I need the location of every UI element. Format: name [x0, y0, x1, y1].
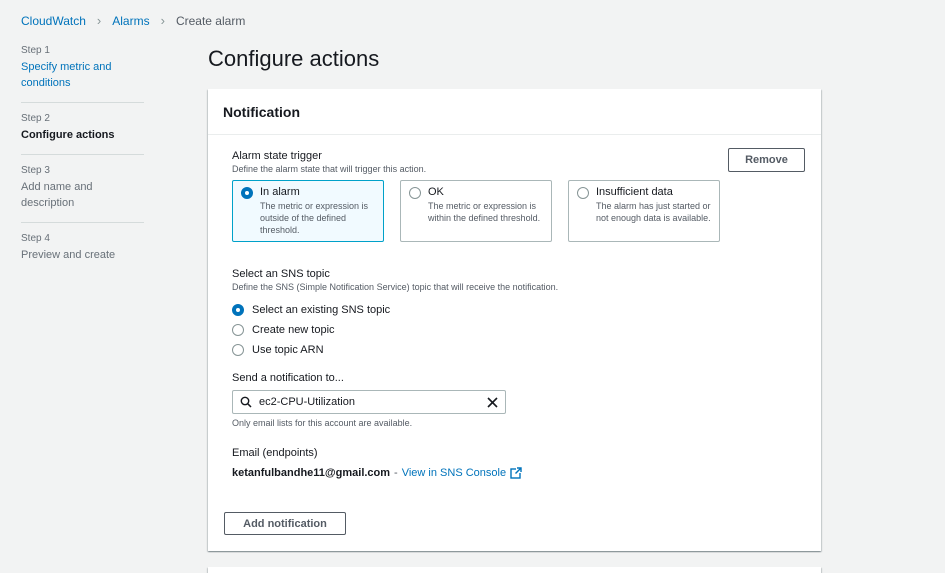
step-number: Step 3	[21, 165, 50, 176]
email-separator: -	[394, 467, 398, 479]
alarm-state-trigger-section: Alarm state trigger Define the alarm sta…	[232, 150, 426, 174]
step-2: Step 2 Configure actions	[21, 113, 144, 155]
tile-title: Insufficient data	[596, 186, 673, 198]
sns-label: Select an SNS topic	[232, 268, 330, 280]
radio-ok[interactable]	[409, 187, 421, 199]
option-label: Select an existing SNS topic	[252, 304, 391, 316]
view-in-sns-console-link[interactable]: View in SNS Console	[402, 467, 506, 479]
notification-panel: Notification Alarm state trigger Define …	[208, 89, 821, 551]
send-label: Send a notification to...	[232, 372, 344, 384]
topic-search-input[interactable]: ec2-CPU-Utilization	[232, 390, 506, 414]
breadcrumb-cloudwatch-link[interactable]: CloudWatch	[21, 14, 86, 28]
step-number: Step 4	[21, 233, 50, 244]
sns-topic-section: Select an SNS topic Define the SNS (Simp…	[232, 268, 558, 292]
sns-description: Define the SNS (Simple Notification Serv…	[232, 282, 559, 292]
radio-in-alarm[interactable]	[241, 187, 253, 199]
email-endpoint-row: ketanfulbandhe11@gmail.com - View in SNS…	[232, 467, 523, 479]
state-tiles: In alarm The metric or expression is out…	[232, 180, 720, 242]
remove-button[interactable]: Remove	[728, 148, 805, 172]
search-hint: Only email lists for this account are av…	[232, 418, 413, 428]
panel-header: Notification	[208, 89, 821, 135]
tile-insufficient-data[interactable]: Insufficient data The alarm has just sta…	[568, 180, 720, 242]
send-notification-section: Send a notification to...	[232, 372, 344, 384]
breadcrumb-alarms-link[interactable]: Alarms	[112, 14, 149, 28]
radio-existing-topic[interactable]	[232, 304, 244, 316]
sns-option-existing[interactable]: Select an existing SNS topic	[232, 300, 390, 320]
breadcrumb: CloudWatch › Alarms › Create alarm	[21, 13, 245, 28]
step-4-title: Preview and create	[21, 249, 116, 261]
search-value[interactable]: ec2-CPU-Utilization	[259, 396, 479, 408]
tile-title: OK	[428, 186, 444, 198]
email-section: Email (endpoints)	[232, 447, 318, 459]
breadcrumb-current: Create alarm	[175, 13, 246, 28]
add-notification-button[interactable]: Add notification	[224, 512, 346, 535]
tile-description: The alarm has just started or not enough…	[596, 201, 711, 223]
trigger-label: Alarm state trigger	[232, 150, 322, 162]
chevron-right-icon: ›	[96, 13, 102, 28]
sns-radio-group: Select an existing SNS topic Create new …	[232, 300, 390, 360]
chevron-right-icon: ›	[160, 13, 165, 28]
radio-insufficient-data[interactable]	[577, 187, 589, 199]
radio-topic-arn[interactable]	[232, 344, 244, 356]
search-icon	[233, 396, 259, 408]
step-3-title: Add name and description	[21, 181, 93, 209]
tile-ok[interactable]: OK The metric or expression is within th…	[400, 180, 552, 242]
close-icon[interactable]	[479, 396, 505, 408]
radio-create-new-topic[interactable]	[232, 324, 244, 336]
option-label: Use topic ARN	[252, 344, 324, 356]
step-2-title: Configure actions	[21, 129, 115, 141]
sns-option-arn[interactable]: Use topic ARN	[232, 340, 390, 360]
step-4: Step 4 Preview and create	[21, 233, 144, 274]
external-link-icon[interactable]	[510, 467, 523, 479]
option-label: Create new topic	[252, 324, 335, 336]
step-3: Step 3 Add name and description	[21, 165, 144, 223]
next-panel	[208, 567, 821, 573]
page-title: Configure actions	[208, 46, 380, 71]
email-label: Email (endpoints)	[232, 447, 318, 459]
step-1: Step 1 Specify metric and conditions	[21, 45, 144, 103]
step-number: Step 1	[21, 45, 50, 56]
step-number: Step 2	[21, 113, 50, 124]
sns-option-create-new[interactable]: Create new topic	[232, 320, 390, 340]
tile-title: In alarm	[260, 186, 300, 198]
step-1-link[interactable]: Specify metric and conditions	[21, 59, 144, 91]
tile-description: The metric or expression is outside of t…	[260, 201, 369, 235]
tile-in-alarm[interactable]: In alarm The metric or expression is out…	[232, 180, 384, 242]
tile-description: The metric or expression is within the d…	[428, 201, 541, 223]
wizard-steps: Step 1 Specify metric and conditions Ste…	[21, 45, 144, 284]
trigger-description: Define the alarm state that will trigger…	[232, 164, 427, 174]
email-address: ketanfulbandhe11@gmail.com	[232, 467, 391, 479]
